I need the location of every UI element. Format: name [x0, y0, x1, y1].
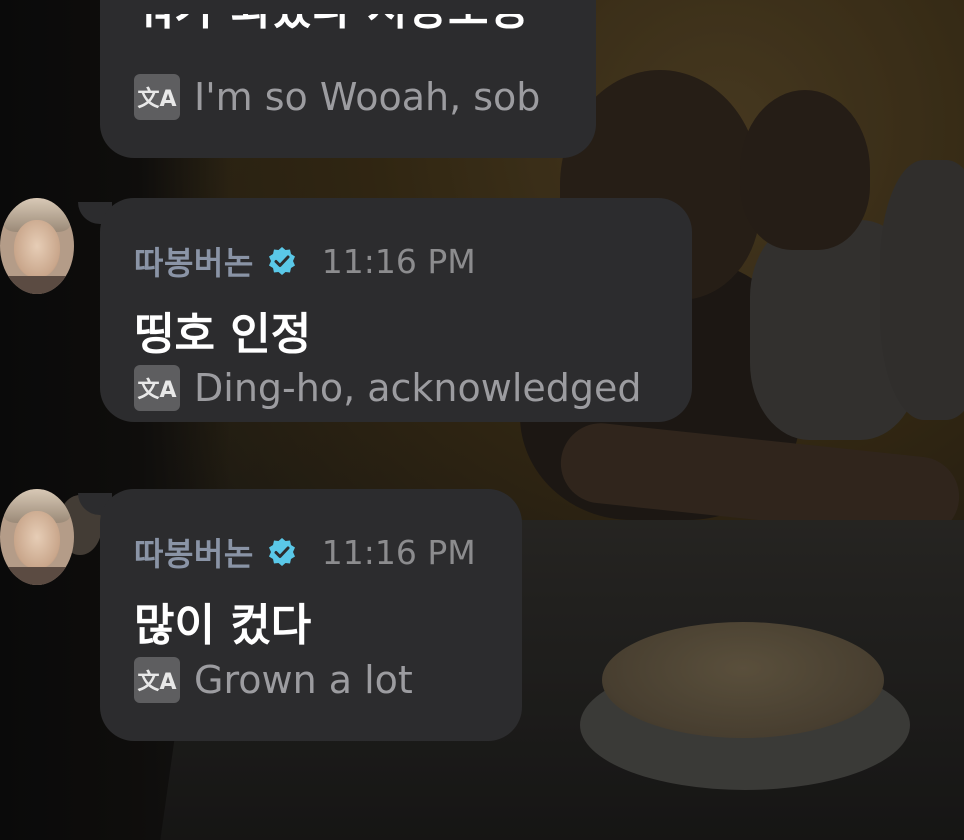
message-text: 뭐가 되었나 서방오빵 — [134, 14, 529, 54]
translation-row[interactable]: 文A Grown a lot — [134, 657, 413, 703]
message-header: 따봉버논 11:16 PM — [134, 529, 476, 575]
translation-row[interactable]: 文A Ding-ho, acknowledged — [134, 365, 642, 411]
verified-badge-icon — [266, 245, 298, 277]
avatar[interactable] — [0, 489, 74, 585]
message-time: 11:16 PM — [321, 532, 476, 572]
message-time: 11:16 PM — [321, 241, 476, 281]
translate-icon: 文A — [134, 365, 180, 411]
translation-text: Grown a lot — [194, 658, 413, 702]
translate-icon: 文A — [134, 657, 180, 703]
sender-name[interactable]: 따봉버논 — [134, 238, 254, 284]
avatar[interactable] — [0, 198, 74, 294]
translation-text: Ding-ho, acknowledged — [194, 366, 642, 410]
message-header: 따봉버논 11:16 PM — [134, 238, 476, 284]
sender-name[interactable]: 따봉버논 — [134, 529, 254, 575]
translate-icon: 文A — [134, 74, 180, 120]
verified-badge-icon — [266, 536, 298, 568]
translation-row[interactable]: 文A I'm so Wooah, sob — [134, 74, 540, 120]
message-text: 많이 컸다 — [134, 600, 312, 651]
message-text: 띵호 인정 — [134, 309, 312, 360]
translation-text: I'm so Wooah, sob — [194, 75, 541, 119]
